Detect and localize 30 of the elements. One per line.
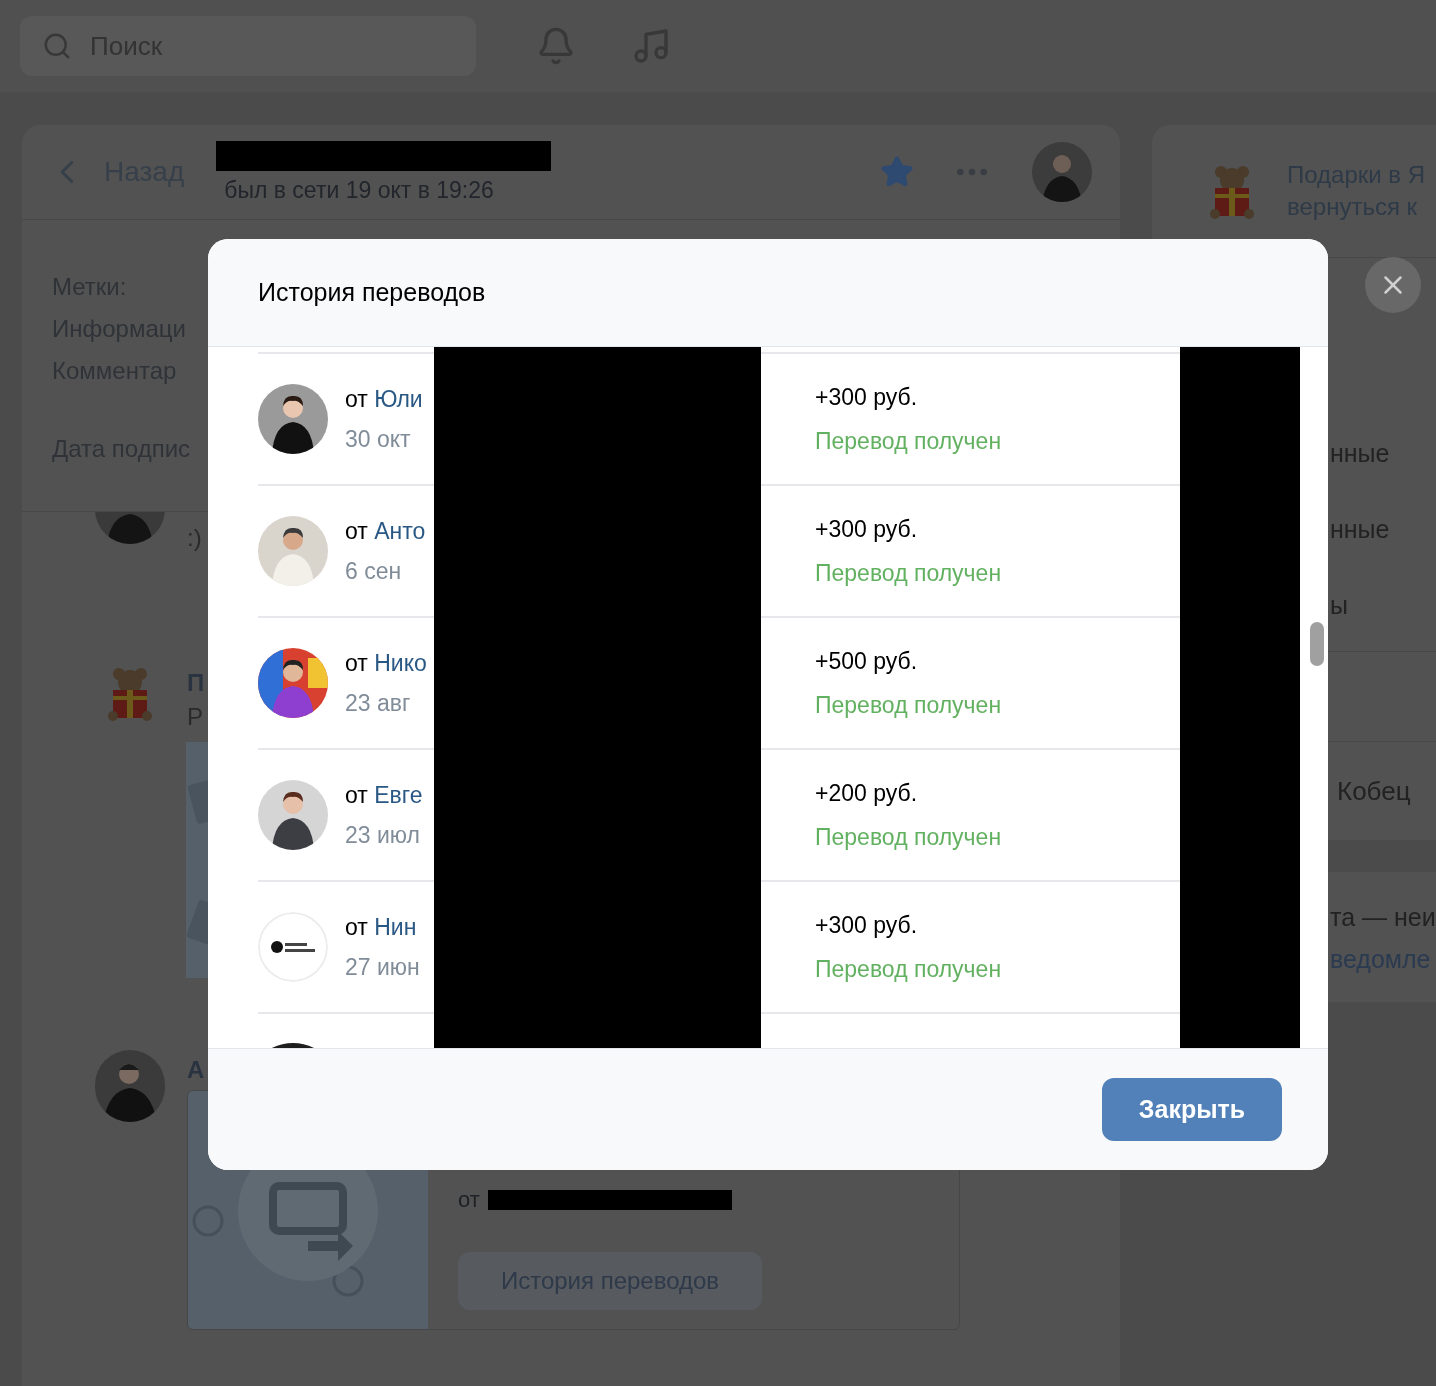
- dialog-title: История переводов: [258, 276, 486, 308]
- transfer-amount: +300 руб.: [815, 383, 919, 412]
- transfer-status: Перевод получен: [815, 427, 1002, 456]
- transfer-date: 6 сен: [345, 557, 403, 586]
- transfer-amount: +300 руб.: [815, 515, 919, 544]
- transfer-amount: +500 руб.: [815, 647, 919, 676]
- search-icon: [42, 31, 72, 61]
- transfer-status: Перевод получен: [815, 955, 1002, 984]
- star-icon[interactable]: [880, 155, 914, 189]
- transfer-date: 30 окт: [345, 425, 412, 454]
- notifications-icon[interactable]: [536, 26, 576, 66]
- transfer-status: Перевод получен: [815, 691, 1002, 720]
- transfer-date: 23 авг: [345, 689, 412, 718]
- teddy-bear-gift-icon: [105, 666, 155, 721]
- sender-name: от Анто: [345, 517, 427, 546]
- sender-name: от Евге: [345, 781, 424, 810]
- scrollbar-thumb[interactable]: [1310, 622, 1324, 666]
- transfer-amount: +300 руб.: [815, 911, 919, 940]
- close-dialog-button[interactable]: Закрыть: [1102, 1078, 1282, 1141]
- transfer-amount: +200 руб.: [815, 779, 919, 808]
- music-icon[interactable]: [631, 26, 671, 66]
- message-text: :): [187, 523, 202, 553]
- sender-name: от Нико: [345, 649, 428, 678]
- teddy-bear-gift-icon: [1207, 163, 1257, 219]
- transfer-date: 27 июн: [345, 953, 421, 982]
- transfer-date: 23 июл: [345, 821, 421, 850]
- transfer-status: Перевод получен: [815, 823, 1002, 852]
- sender-name: от Нин: [345, 913, 418, 942]
- sender-name: от Юли: [345, 385, 424, 414]
- transfer-status: Перевод получен: [815, 559, 1002, 588]
